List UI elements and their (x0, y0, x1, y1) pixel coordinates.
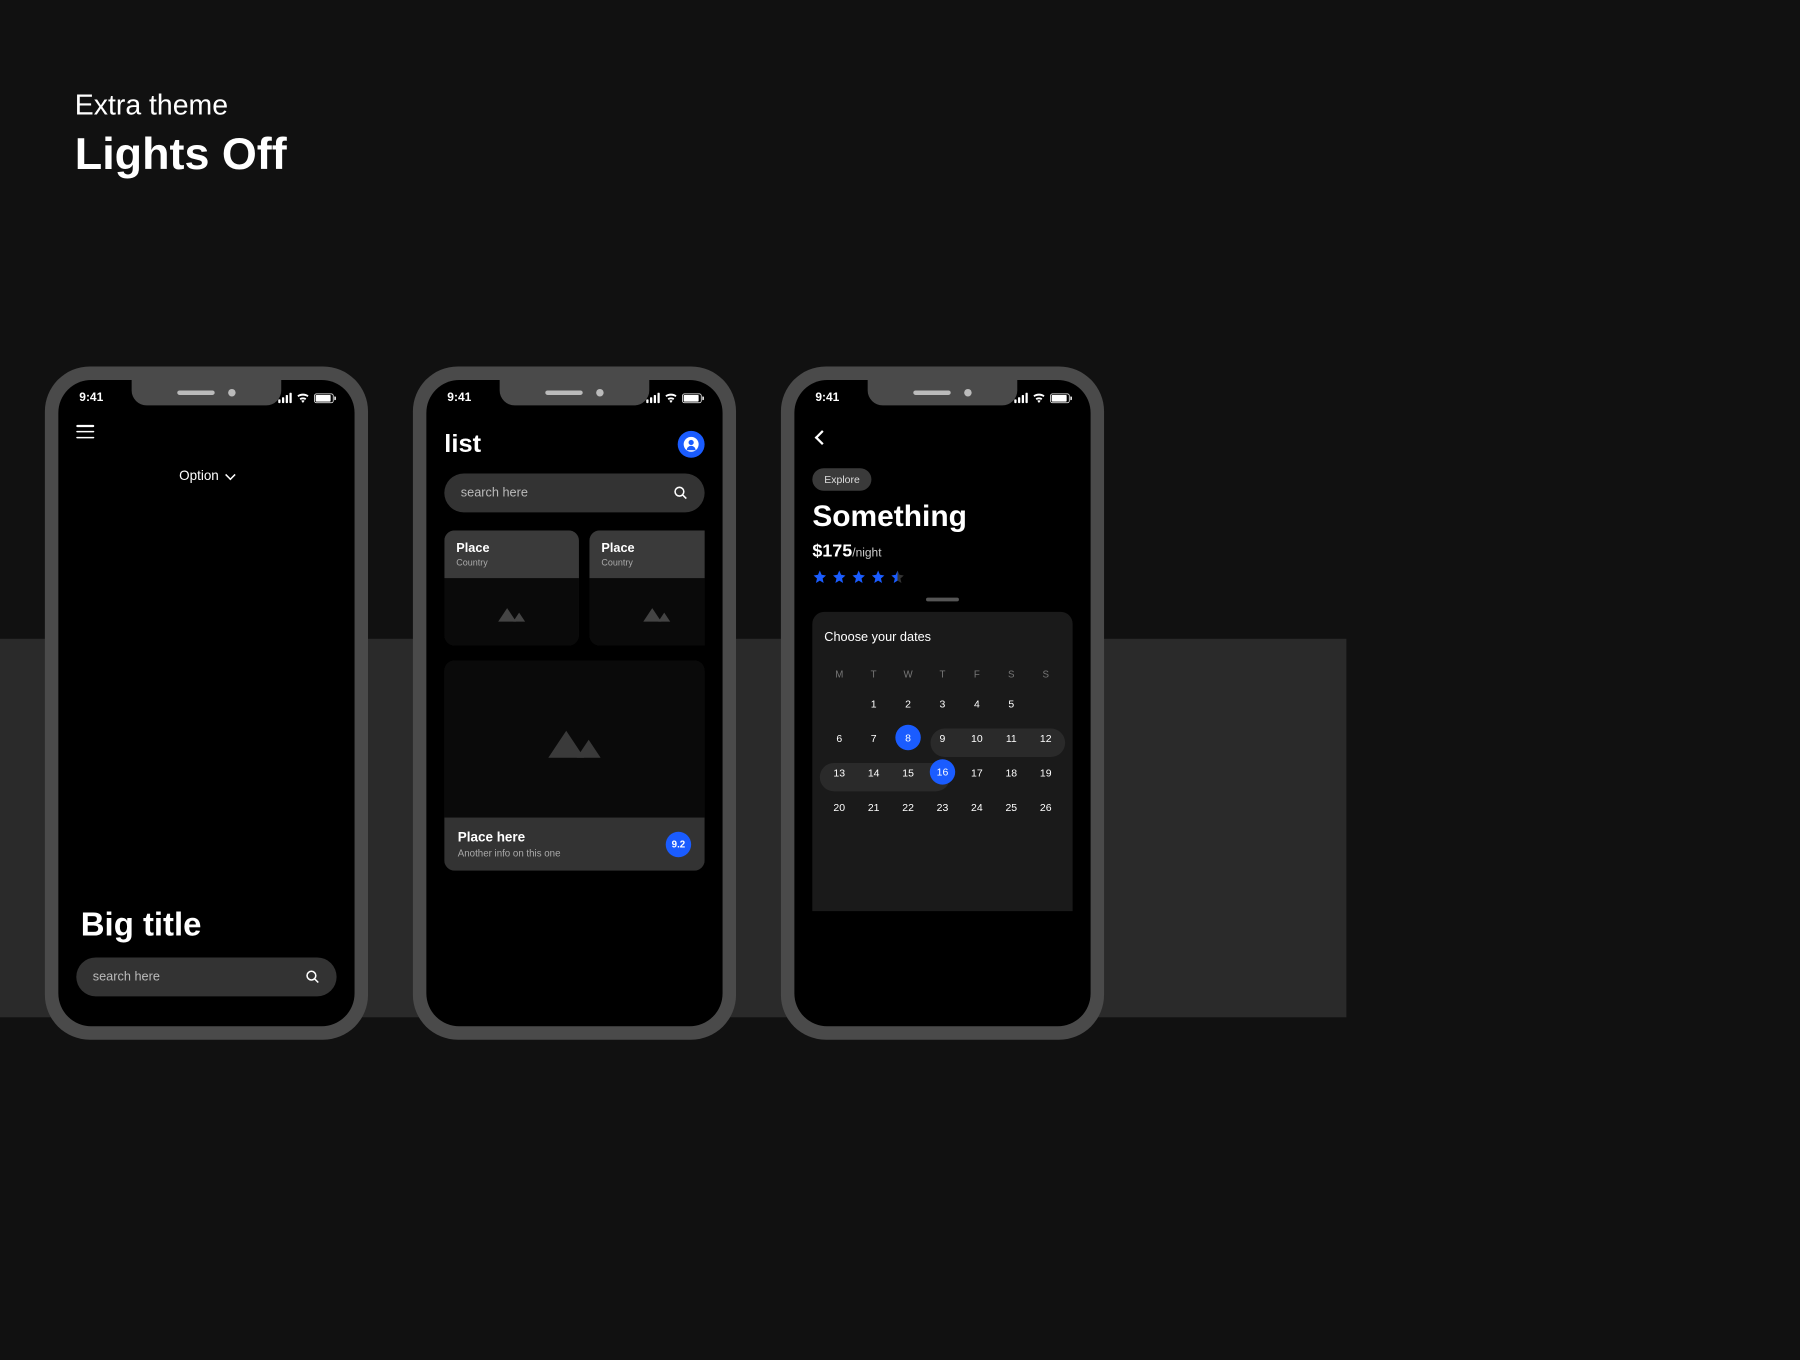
calendar-day-selected[interactable]: 8 (895, 725, 920, 750)
search-icon (673, 485, 688, 500)
calendar-day[interactable]: 19 (1031, 758, 1061, 788)
star-icon (871, 569, 886, 584)
star-half-icon (890, 569, 905, 584)
mountain-icon (498, 602, 525, 621)
calendar-day[interactable] (1031, 689, 1061, 719)
day-header: T (928, 664, 958, 684)
calendar-day[interactable]: 6 (824, 723, 854, 753)
star-icon (832, 569, 847, 584)
image-placeholder (444, 660, 704, 817)
calendar-day[interactable]: 24 (962, 792, 992, 822)
day-header: M (824, 664, 854, 684)
calendar-day[interactable]: 5 (996, 689, 1026, 719)
day-header: S (1031, 664, 1061, 684)
day-header: W (893, 664, 923, 684)
header-subtitle: Extra theme (75, 90, 1347, 122)
phone-frame-2: 9:41 list search here PlaceCountry (413, 367, 736, 1040)
star-icon (812, 569, 827, 584)
search-input[interactable]: search here (76, 957, 336, 996)
option-dropdown[interactable]: Option (76, 468, 336, 484)
star-rating (812, 569, 1072, 584)
wifi-icon (664, 393, 677, 403)
calendar-day[interactable]: 17 (962, 758, 992, 788)
search-placeholder: search here (461, 485, 528, 500)
search-input[interactable]: search here (444, 473, 704, 512)
day-header: T (859, 664, 889, 684)
calendar-day-selected[interactable]: 16 (930, 759, 955, 784)
wifi-icon (296, 393, 309, 403)
chevron-down-icon (225, 469, 236, 480)
card-title: Place here (458, 830, 561, 846)
calendar-day[interactable]: 23 (928, 792, 958, 822)
day-header: S (996, 664, 1026, 684)
battery-icon (1050, 393, 1069, 403)
phone-notch (868, 380, 1018, 405)
calendar-day[interactable]: 10 (962, 723, 992, 753)
horizontal-card-list[interactable]: PlaceCountry PlaceCountry PC (444, 530, 704, 645)
calendar-day[interactable] (824, 689, 854, 719)
image-placeholder (589, 578, 704, 645)
calendar-day[interactable]: 18 (996, 758, 1026, 788)
card-title: Place (456, 541, 567, 556)
search-placeholder: search here (93, 969, 160, 984)
avatar-icon (684, 436, 699, 451)
card-subtitle: Another info on this one (458, 847, 561, 858)
calendar-day[interactable]: 13 (824, 758, 854, 788)
calendar-day[interactable]: 2 (893, 689, 923, 719)
list-title: list (444, 429, 481, 458)
card-subtitle: Country (456, 557, 567, 567)
battery-icon (314, 393, 333, 403)
rating-badge: 9.2 (666, 831, 691, 856)
calendar-day[interactable]: 1 (859, 689, 889, 719)
battery-icon (682, 393, 701, 403)
calendar-day[interactable]: 11 (996, 723, 1026, 753)
status-time: 9:41 (447, 391, 471, 404)
option-label: Option (179, 468, 219, 484)
calendar-title: Choose your dates (824, 630, 1060, 645)
card-title: Place (601, 541, 704, 556)
calendar-day[interactable]: 9 (928, 723, 958, 753)
place-card[interactable]: PlaceCountry (589, 530, 704, 645)
calendar-day[interactable]: 7 (859, 723, 889, 753)
phone-frame-3: 9:41 Explore Something $175/night Choose… (781, 367, 1104, 1040)
back-button[interactable] (815, 430, 830, 445)
category-chip[interactable]: Explore (812, 468, 871, 490)
calendar-day[interactable]: 26 (1031, 792, 1061, 822)
page-title: Big title (81, 907, 202, 944)
calendar-day[interactable]: 3 (928, 689, 958, 719)
featured-card[interactable]: Place here Another info on this one 9.2 (444, 660, 704, 870)
avatar-button[interactable] (678, 430, 705, 457)
image-placeholder (444, 578, 579, 645)
card-subtitle: Country (601, 557, 704, 567)
price-unit: /night (852, 547, 881, 560)
wifi-icon (1032, 393, 1045, 403)
search-icon (305, 969, 320, 984)
calendar-day[interactable]: 14 (859, 758, 889, 788)
mountain-icon (548, 720, 600, 757)
calendar-grid: M T W T F S S 1 2 3 4 5 6 7 8 (824, 664, 1060, 822)
calendar-day[interactable]: 22 (893, 792, 923, 822)
calendar-day[interactable]: 21 (859, 792, 889, 822)
calendar-day[interactable]: 15 (893, 758, 923, 788)
calendar-day[interactable]: 20 (824, 792, 854, 822)
detail-title: Something (812, 500, 1072, 534)
drag-handle[interactable] (926, 598, 959, 602)
place-card[interactable]: PlaceCountry (444, 530, 579, 645)
day-header: F (962, 664, 992, 684)
calendar-day[interactable]: 4 (962, 689, 992, 719)
header-title: Lights Off (75, 128, 1347, 180)
calendar-day[interactable]: 12 (1031, 723, 1061, 753)
calendar-day[interactable]: 25 (996, 792, 1026, 822)
price: $175/night (812, 541, 1072, 562)
phone-notch (132, 380, 282, 405)
star-icon (851, 569, 866, 584)
menu-icon[interactable] (76, 425, 94, 438)
calendar-panel: Choose your dates M T W T F S S 1 2 3 4 (812, 612, 1072, 911)
status-time: 9:41 (79, 391, 103, 404)
phone-notch (500, 380, 650, 405)
status-time: 9:41 (815, 391, 839, 404)
phone-frame-1: 9:41 Option Big title search here (45, 367, 368, 1040)
mountain-icon (643, 602, 670, 621)
